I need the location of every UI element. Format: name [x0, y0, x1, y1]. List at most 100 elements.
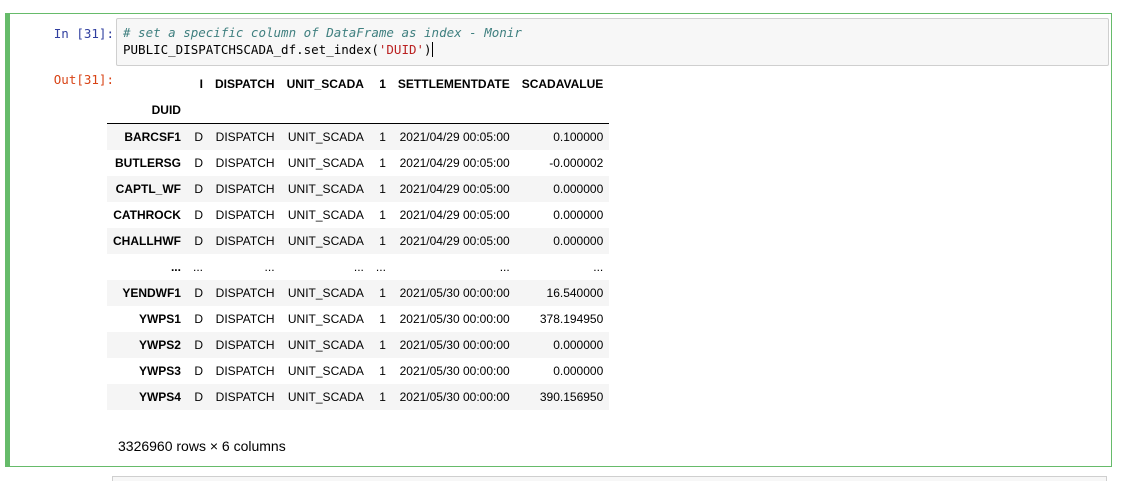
row-index-label: BARCSF1	[124, 130, 181, 144]
table-cell: UNIT_SCADA	[287, 364, 364, 378]
column-header: UNIT_SCADA	[286, 77, 364, 91]
table-cell: 0.100000	[553, 130, 604, 144]
index-name-header: DUID	[107, 97, 187, 124]
row-index-label: YWPS2	[138, 338, 181, 352]
table-cell: ...	[499, 260, 510, 274]
table-cell: DISPATCH	[215, 390, 275, 404]
table-cell: -0.000002	[549, 156, 604, 170]
table-cell: 2021/04/29 00:05:00	[399, 156, 510, 170]
row-index-label: ...	[170, 260, 181, 274]
table-cell: DISPATCH	[215, 338, 275, 352]
table-cell: 1	[379, 338, 386, 352]
table-cell: UNIT_SCADA	[287, 338, 364, 352]
table-cell: D	[194, 338, 203, 352]
table-cell: DISPATCH	[215, 364, 275, 378]
table-cell: D	[194, 286, 203, 300]
table-cell: 0.000000	[553, 208, 604, 222]
table-cell: 2021/05/30 00:00:00	[399, 286, 510, 300]
table-cell: 2021/05/30 00:00:00	[399, 390, 510, 404]
dataframe-body: BARCSF1 D DISPATCH UNIT_SCADA 1 2021/04/29 00…	[107, 123, 610, 410]
table-cell: 1	[379, 286, 386, 300]
table-cell: D	[194, 208, 203, 222]
table-cell: ...	[375, 260, 386, 274]
table-cell: ...	[593, 260, 604, 274]
table-row: YWPS4 D DISPATCH UNIT_SCADA 1 2021/05/30 00:0…	[107, 384, 610, 410]
table-cell: UNIT_SCADA	[287, 182, 364, 196]
table-cell: 2021/04/29 00:05:00	[399, 208, 510, 222]
table-cell: 2021/04/29 00:05:00	[399, 130, 510, 144]
code-call: PUBLIC_DISPATCHSCADA_df.set_index(	[123, 42, 379, 57]
table-cell: 390.156950	[539, 390, 604, 404]
table-cell: 0.000000	[553, 338, 604, 352]
row-index-label: YWPS1	[138, 312, 181, 326]
table-cell: DISPATCH	[215, 130, 275, 144]
table-cell: 2021/05/30 00:00:00	[399, 338, 510, 352]
table-cell: D	[194, 312, 203, 326]
table-cell: DISPATCH	[215, 286, 275, 300]
table-cell: DISPATCH	[215, 182, 275, 196]
table-cell: 1	[379, 130, 386, 144]
table-cell: D	[194, 364, 203, 378]
table-cell: 1	[379, 312, 386, 326]
table-cell: D	[194, 182, 203, 196]
code-editor[interactable]: # set a specific column of DataFrame as …	[116, 18, 1109, 66]
table-row: YWPS2 D DISPATCH UNIT_SCADA 1 2021/05/30 00:0…	[107, 332, 610, 358]
row-index-label: CATHROCK	[113, 208, 181, 222]
table-row: BARCSF1 D DISPATCH UNIT_SCADA 1 2021/04/29 00…	[107, 123, 610, 150]
table-cell: DISPATCH	[215, 156, 275, 170]
table-row: YWPS1 D DISPATCH UNIT_SCADA 1 2021/05/30 00:0…	[107, 306, 610, 332]
table-cell: D	[194, 156, 203, 170]
table-row: CHALLHWF D DISPATCH UNIT_SCADA 1 2021/04/29 0…	[107, 228, 610, 254]
table-cell: UNIT_SCADA	[287, 234, 364, 248]
table-row: .....................	[107, 254, 610, 280]
blank-header-cell	[107, 71, 187, 97]
table-cell: UNIT_SCADA	[287, 130, 364, 144]
notebook-page: In [31]: # set a specific column of Data…	[0, 0, 1121, 481]
table-row: BUTLERSG D DISPATCH UNIT_SCADA 1 2021/04/29 0…	[107, 150, 610, 176]
code-statement: PUBLIC_DISPATCHSCADA_df.set_index('DUID'…	[123, 41, 1102, 58]
table-cell: DISPATCH	[215, 234, 275, 248]
table-cell: DISPATCH	[215, 208, 275, 222]
table-cell: UNIT_SCADA	[287, 208, 364, 222]
table-cell: 2021/04/29 00:05:00	[399, 234, 510, 248]
table-cell: UNIT_SCADA	[287, 286, 364, 300]
table-cell: D	[194, 130, 203, 144]
table-cell: D	[194, 234, 203, 248]
table-cell: 2021/04/29 00:05:00	[399, 182, 510, 196]
table-row: YENDWF1 D DISPATCH UNIT_SCADA 1 2021/05/30 00…	[107, 280, 610, 306]
table-cell: 2021/05/30 00:00:00	[399, 364, 510, 378]
index-name-row: DUID	[107, 97, 610, 124]
table-cell: 1	[379, 234, 386, 248]
next-code-cell[interactable]	[112, 476, 1107, 481]
column-header: DISPATCH	[215, 77, 275, 91]
code-string-literal: 'DUID'	[378, 42, 425, 57]
dataframe-shape: 3326960 rows × 6 columns	[118, 438, 286, 454]
column-header-row: I DISPATCH UNIT_SCADA 1 SETTLEMENTDATE S…	[107, 71, 609, 97]
table-row: CATHROCK D DISPATCH UNIT_SCADA 1 2021/04/29 0…	[107, 202, 610, 228]
table-cell: 2021/05/30 00:00:00	[399, 312, 510, 326]
input-prompt: In [31]:	[53, 26, 114, 41]
table-cell: 16.540000	[546, 286, 604, 300]
table-cell: 1	[379, 208, 386, 222]
table-cell: UNIT_SCADA	[287, 156, 364, 170]
dataframe-table: I DISPATCH UNIT_SCADA 1 SETTLEMENTDATE S…	[107, 71, 610, 410]
table-cell: 1	[379, 390, 386, 404]
row-index-label: CHALLHWF	[113, 234, 181, 248]
table-cell: ...	[264, 260, 275, 274]
table-row: CAPTL_WF D DISPATCH UNIT_SCADA 1 2021/04/29 0…	[107, 176, 610, 202]
table-cell: UNIT_SCADA	[287, 312, 364, 326]
table-cell: 1	[379, 182, 386, 196]
row-index-label: YWPS3	[138, 364, 181, 378]
table-cell: D	[194, 390, 203, 404]
row-index-label: BUTLERSG	[114, 156, 181, 170]
column-header: 1	[379, 77, 386, 91]
column-header: I	[199, 77, 203, 91]
table-cell: UNIT_SCADA	[287, 390, 364, 404]
table-cell: 1	[379, 156, 386, 170]
output-prompt: Out[31]:	[53, 72, 114, 87]
table-cell: 1	[379, 364, 386, 378]
table-cell: ...	[192, 260, 203, 274]
column-header: SCADAVALUE	[521, 77, 604, 91]
dataframe-output: I DISPATCH UNIT_SCADA 1 SETTLEMENTDATE S…	[107, 71, 610, 410]
table-cell: 0.000000	[553, 364, 604, 378]
